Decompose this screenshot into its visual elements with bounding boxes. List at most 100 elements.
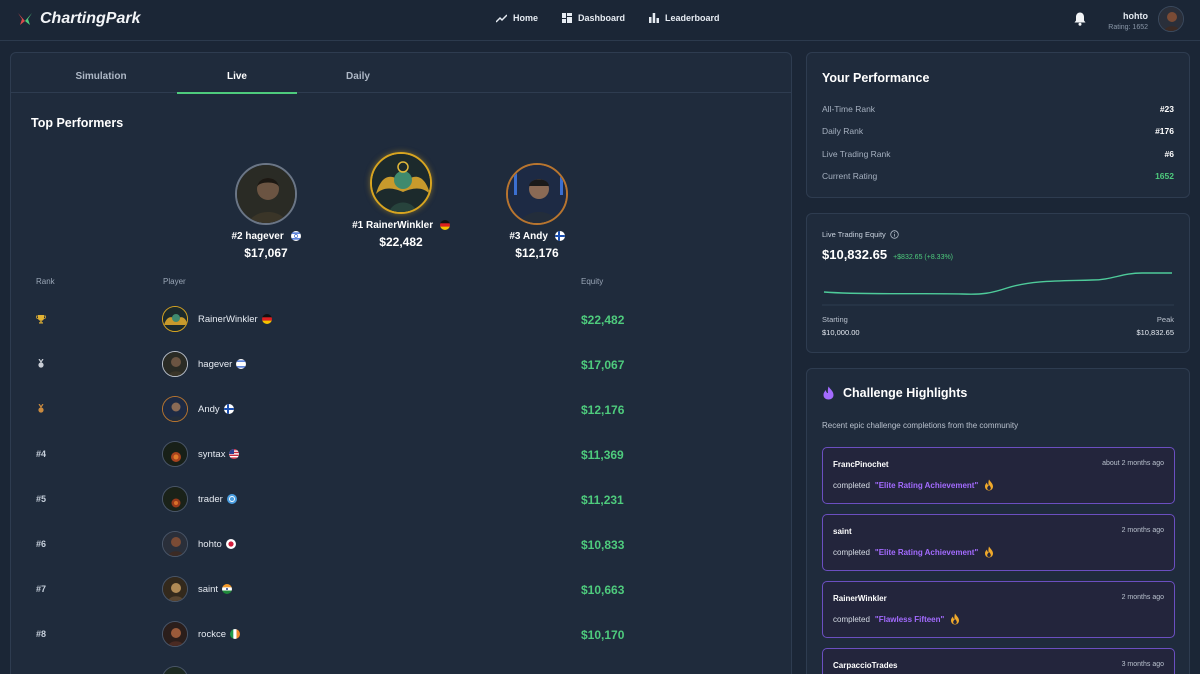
- podium-name: #1 RainerWinkler: [341, 220, 461, 231]
- challenge-item[interactable]: CarpaccioTrades 3 months ago: [822, 648, 1175, 674]
- table-row[interactable]: hagever $17,067: [11, 344, 791, 389]
- flag-il-icon: [236, 358, 247, 369]
- player-avatar: [162, 486, 188, 512]
- perf-value: #6: [1164, 149, 1174, 159]
- challenge-line: completed "Flawless Fifteen": [833, 613, 960, 625]
- player-avatar: [162, 306, 188, 332]
- perf-label: Current Rating: [822, 171, 878, 181]
- equity-start-value: $10,000.00: [822, 328, 860, 337]
- podium-rank: #3: [509, 231, 521, 242]
- table-row[interactable]: #4 syntax $11,369: [11, 434, 791, 479]
- perf-label: Live Trading Rank: [822, 149, 891, 159]
- equity-peak-value: $10,832.65: [1136, 328, 1174, 337]
- podium-first[interactable]: #1 RainerWinkler $22,482: [341, 152, 461, 249]
- equity-value-row: $10,832.65 +$832.65 (+8.33%): [822, 247, 953, 262]
- player-name: trader: [198, 494, 237, 505]
- nav-dashboard[interactable]: Dashboard: [562, 13, 625, 23]
- challenge-item[interactable]: saint 2 months ago completed "Elite Rati…: [822, 514, 1175, 571]
- table-row[interactable]: #8 rockce $10,170: [11, 614, 791, 659]
- brand[interactable]: ChartingPark: [16, 10, 140, 28]
- chart-line-icon: [496, 13, 507, 23]
- flag-un-icon: [226, 493, 237, 504]
- podium-equity: $12,176: [515, 246, 559, 260]
- tab-daily[interactable]: Daily: [298, 53, 418, 93]
- perf-all-time-rank: All-Time Rank #23: [822, 104, 1174, 114]
- player-avatar: [162, 666, 188, 674]
- table-row[interactable]: #5 trader $11,231: [11, 479, 791, 524]
- flag-fi-icon: [554, 231, 565, 242]
- table-row[interactable]: RainerWinkler $22,482: [11, 299, 791, 344]
- rank-number: #6: [36, 539, 47, 549]
- table-row[interactable]: #6 hohto $10,833: [11, 524, 791, 569]
- table-row[interactable]: #7 saint $10,663: [11, 569, 791, 614]
- flag-us-icon: [229, 448, 240, 459]
- challenge-time: 2 months ago: [1121, 594, 1164, 601]
- challenge-subtitle: Recent epic challenge completions from t…: [822, 421, 1019, 430]
- perf-value: #23: [1159, 104, 1174, 114]
- nav-dashboard-label: Dashboard: [578, 13, 626, 23]
- flag-jp-icon: [225, 538, 236, 549]
- challenge-user: FrancPinochet: [833, 460, 889, 469]
- bell-icon[interactable]: [1072, 11, 1088, 27]
- equity-value: $12,176: [581, 403, 625, 417]
- perf-label: Daily Rank: [822, 126, 864, 136]
- equity-sparkline: [822, 272, 1174, 306]
- challenge-time: 2 months ago: [1121, 527, 1164, 534]
- nav-home-label: Home: [513, 13, 539, 23]
- challenge-time: 3 months ago: [1121, 661, 1164, 668]
- brand-name: ChartingPark: [40, 10, 141, 27]
- rank-number: #5: [36, 494, 47, 504]
- leaderboard-tabs: Simulation Live Daily: [11, 53, 791, 94]
- flag-de-icon: [261, 313, 272, 324]
- player-cell: saint: [162, 576, 233, 602]
- user-info[interactable]: hohto Rating: 1652: [1108, 8, 1148, 31]
- table-row[interactable]: [11, 659, 791, 674]
- equity-start-label: Starting: [822, 315, 848, 324]
- equity-value: $17,067: [581, 358, 625, 372]
- col-header-player: Player: [163, 277, 186, 286]
- equity-peak: Peak $10,832.65: [1136, 315, 1174, 337]
- col-header-equity: Equity: [581, 277, 604, 286]
- nav-leaderboard[interactable]: Leaderboard: [649, 13, 720, 23]
- perf-value: #176: [1155, 126, 1174, 136]
- logo-icon: [18, 13, 32, 25]
- fire-icon: [985, 546, 994, 558]
- trophy-gold-icon: [36, 315, 46, 324]
- info-icon[interactable]: [890, 230, 899, 239]
- podium-second[interactable]: #2 hagever $17,067: [216, 163, 316, 260]
- col-header-rank: Rank: [36, 277, 55, 286]
- top-performers-title: Top Performers: [31, 116, 124, 130]
- player-cell: Andy: [162, 396, 234, 422]
- podium-third[interactable]: #3 Andy $12,176: [487, 163, 587, 260]
- equity-value: $10,833: [581, 538, 625, 552]
- table-row[interactable]: Andy $12,176: [11, 389, 791, 434]
- user-avatar[interactable]: [1158, 6, 1184, 32]
- player-name: rockce: [198, 629, 240, 640]
- medal-bronze-icon: [38, 403, 44, 413]
- rank-number: #7: [36, 584, 47, 594]
- player-cell: trader: [162, 486, 237, 512]
- nav-home[interactable]: Home: [496, 13, 538, 23]
- podium-equity: $17,067: [244, 246, 288, 260]
- perf-daily-rank: Daily Rank #176: [822, 126, 1174, 136]
- podium-avatar: [235, 163, 297, 225]
- challenge-card: Challenge Highlights Recent epic challen…: [806, 368, 1190, 674]
- player-avatar: [162, 576, 188, 602]
- podium-equity: $22,482: [379, 235, 423, 249]
- performance-card: Your Performance All-Time Rank #23 Daily…: [806, 52, 1190, 198]
- user-name: hohto: [1123, 10, 1148, 21]
- rank-medal: [36, 403, 46, 416]
- equity-value: $10,832.65: [822, 247, 888, 262]
- equity-header: Live Trading Equity: [822, 230, 899, 239]
- challenge-item[interactable]: FrancPinochet about 2 months ago complet…: [822, 447, 1175, 504]
- challenge-item[interactable]: RainerWinkler 2 months ago completed "Fl…: [822, 581, 1175, 638]
- nav-user-area: hohto Rating: 1652: [1072, 6, 1184, 32]
- tab-simulation[interactable]: Simulation: [41, 53, 161, 93]
- player-name: syntax: [198, 448, 240, 460]
- player-cell: hohto: [162, 531, 236, 557]
- tab-live[interactable]: Live: [177, 53, 297, 94]
- player-avatar: [162, 621, 188, 647]
- player-cell: [162, 666, 188, 674]
- flag-de-icon: [439, 220, 450, 231]
- player-cell: hagever: [162, 351, 247, 377]
